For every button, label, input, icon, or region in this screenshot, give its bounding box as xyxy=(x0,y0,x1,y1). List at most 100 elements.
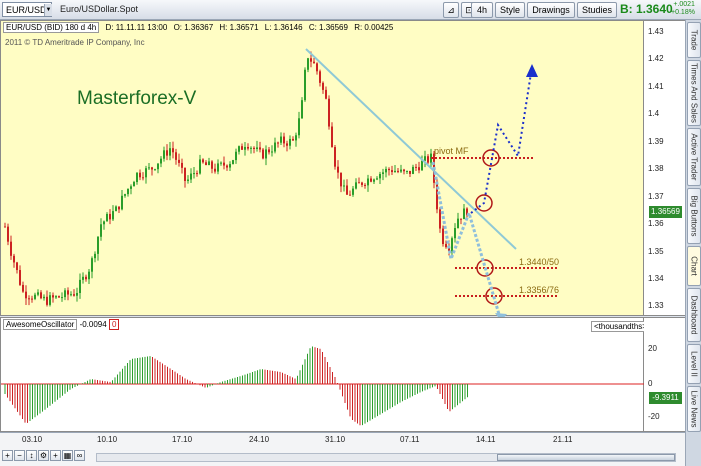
interval-label: 4h xyxy=(476,5,487,15)
candle-body xyxy=(310,58,312,62)
candle-body xyxy=(382,172,384,174)
candle-body xyxy=(397,170,399,172)
candle-body xyxy=(463,208,465,220)
candle-body xyxy=(139,172,141,178)
tab-dashboard[interactable]: Dashboard xyxy=(687,288,701,342)
candle-body xyxy=(115,206,117,212)
style-button[interactable]: Style xyxy=(495,2,525,18)
candle-body xyxy=(172,148,174,153)
horizontal-scrollbar[interactable] xyxy=(96,453,676,462)
candle-body xyxy=(85,276,87,280)
link-icon[interactable]: ∞ xyxy=(74,450,85,461)
x-axis-tick: 10.10 xyxy=(97,435,118,444)
candle-body xyxy=(106,213,108,222)
symbol-selector[interactable]: EUR/USD ▼ xyxy=(2,2,52,17)
x-axis-tick: 07.11 xyxy=(400,435,420,444)
tab-trade[interactable]: Trade xyxy=(687,22,701,58)
zoom-in-icon[interactable]: + xyxy=(2,450,13,461)
candle-body xyxy=(118,206,120,210)
candle-body xyxy=(28,298,30,300)
candle-body xyxy=(427,156,429,163)
candle-body xyxy=(31,298,33,300)
symbol-description: Euro/USDollar.Spot xyxy=(60,4,139,14)
level2-label: 1.3356/76 xyxy=(519,285,559,295)
settings-icon[interactable]: ⚙ xyxy=(38,450,49,461)
chart-symbol-label[interactable]: EUR/USD (BID) 180 d 4h xyxy=(3,22,100,33)
candle-body xyxy=(409,170,411,174)
tab-active-trader[interactable]: Active Trader xyxy=(687,128,701,186)
oscillator-panel: AwesomeOscillator -0.0094 0 <thousandths… xyxy=(0,317,685,432)
chevron-down-icon[interactable]: ▼ xyxy=(44,4,52,16)
grid-icon[interactable]: ▦ xyxy=(62,450,73,461)
candle-body xyxy=(142,177,144,179)
candle-body xyxy=(373,179,375,182)
candle-body xyxy=(10,241,12,256)
candle-body xyxy=(346,185,348,195)
candle-body xyxy=(280,136,282,143)
oscillator-svg xyxy=(1,346,645,426)
tab-live-news[interactable]: Live News xyxy=(687,386,701,432)
osc-y-tick: 20 xyxy=(648,344,657,353)
price-y-axis[interactable]: 1.43 1.42 1.41 1.4 1.39 1.38 1.37 1.36 1.35 1.34 1… xyxy=(644,20,685,316)
scrollbar-thumb[interactable] xyxy=(497,454,675,461)
candle-body xyxy=(361,182,363,185)
candle-body xyxy=(235,151,237,161)
candle-body xyxy=(91,258,93,272)
candle-body xyxy=(136,172,138,183)
bid-price: B: 1.3640 xyxy=(620,2,673,16)
bar-close: C: 1.36569 xyxy=(308,23,348,32)
zoom-controls: + − ↕ ⚙ + ▦ ∞ xyxy=(2,450,86,464)
candle-body xyxy=(73,294,75,296)
oscillator-plot-area[interactable]: AwesomeOscillator -0.0094 0 <thousandths… xyxy=(0,317,650,432)
candle-body xyxy=(454,228,456,239)
candle-body xyxy=(49,295,51,305)
oscillator-y-axis[interactable]: 20 0 -20 xyxy=(644,317,685,432)
candle-body xyxy=(424,156,426,161)
interval-button[interactable]: 4h xyxy=(471,2,493,18)
candle-body xyxy=(100,224,102,237)
candle-body xyxy=(7,226,9,242)
candle-body xyxy=(325,89,327,99)
expand-icon[interactable]: ↕ xyxy=(26,450,37,461)
candle-body xyxy=(256,147,258,149)
studies-button[interactable]: Studies xyxy=(577,2,617,18)
zoom-out-icon[interactable]: − xyxy=(14,450,25,461)
crosshair-icon[interactable]: + xyxy=(50,450,61,461)
bar-date: D: 11.11.11 13:00 xyxy=(105,23,168,32)
price-chart-panel: pivot MF 1.3440/50 1.3356/76 EUR/USD (BID)… xyxy=(0,20,685,317)
candle-body xyxy=(196,173,198,175)
oscillator-name[interactable]: AwesomeOscillator xyxy=(3,319,78,330)
tab-level-ii[interactable]: Level II xyxy=(687,344,701,384)
tab-chart[interactable]: Chart xyxy=(687,246,701,286)
candle-body xyxy=(289,138,291,146)
change-abs: +.0021 xyxy=(673,1,695,8)
tab-label: Trade xyxy=(689,29,699,51)
candle-body xyxy=(304,69,306,101)
price-y-tick: 1.36 xyxy=(648,219,664,228)
candle-body xyxy=(445,244,447,248)
candle-body xyxy=(40,292,42,299)
candle-body xyxy=(202,159,204,163)
tab-times-and-sales[interactable]: Times And Sales xyxy=(687,60,701,126)
candle-body xyxy=(229,164,231,168)
candle-body xyxy=(421,160,423,171)
price-y-tick: 1.34 xyxy=(648,274,664,283)
candle-body xyxy=(19,270,21,285)
candle-body xyxy=(322,82,324,90)
candle-body xyxy=(283,136,285,144)
candle-body xyxy=(88,271,90,280)
tab-label: Level II xyxy=(689,351,699,377)
drawings-button[interactable]: Drawings xyxy=(527,2,575,18)
candle-body xyxy=(391,170,393,173)
bar-open: O: 1.36367 xyxy=(173,23,214,32)
candle-body xyxy=(376,178,378,180)
pin-icon[interactable]: ⊿ xyxy=(443,2,459,18)
candle-body xyxy=(412,166,414,174)
candle-body xyxy=(367,178,369,186)
candle-body xyxy=(265,149,267,159)
candle-body xyxy=(112,211,114,220)
candle-body xyxy=(268,149,270,153)
candle-body xyxy=(124,194,126,196)
price-plot-area[interactable]: pivot MF 1.3440/50 1.3356/76 EUR/USD (BID)… xyxy=(0,20,644,317)
tab-big-buttons[interactable]: Big Buttons xyxy=(687,188,701,244)
